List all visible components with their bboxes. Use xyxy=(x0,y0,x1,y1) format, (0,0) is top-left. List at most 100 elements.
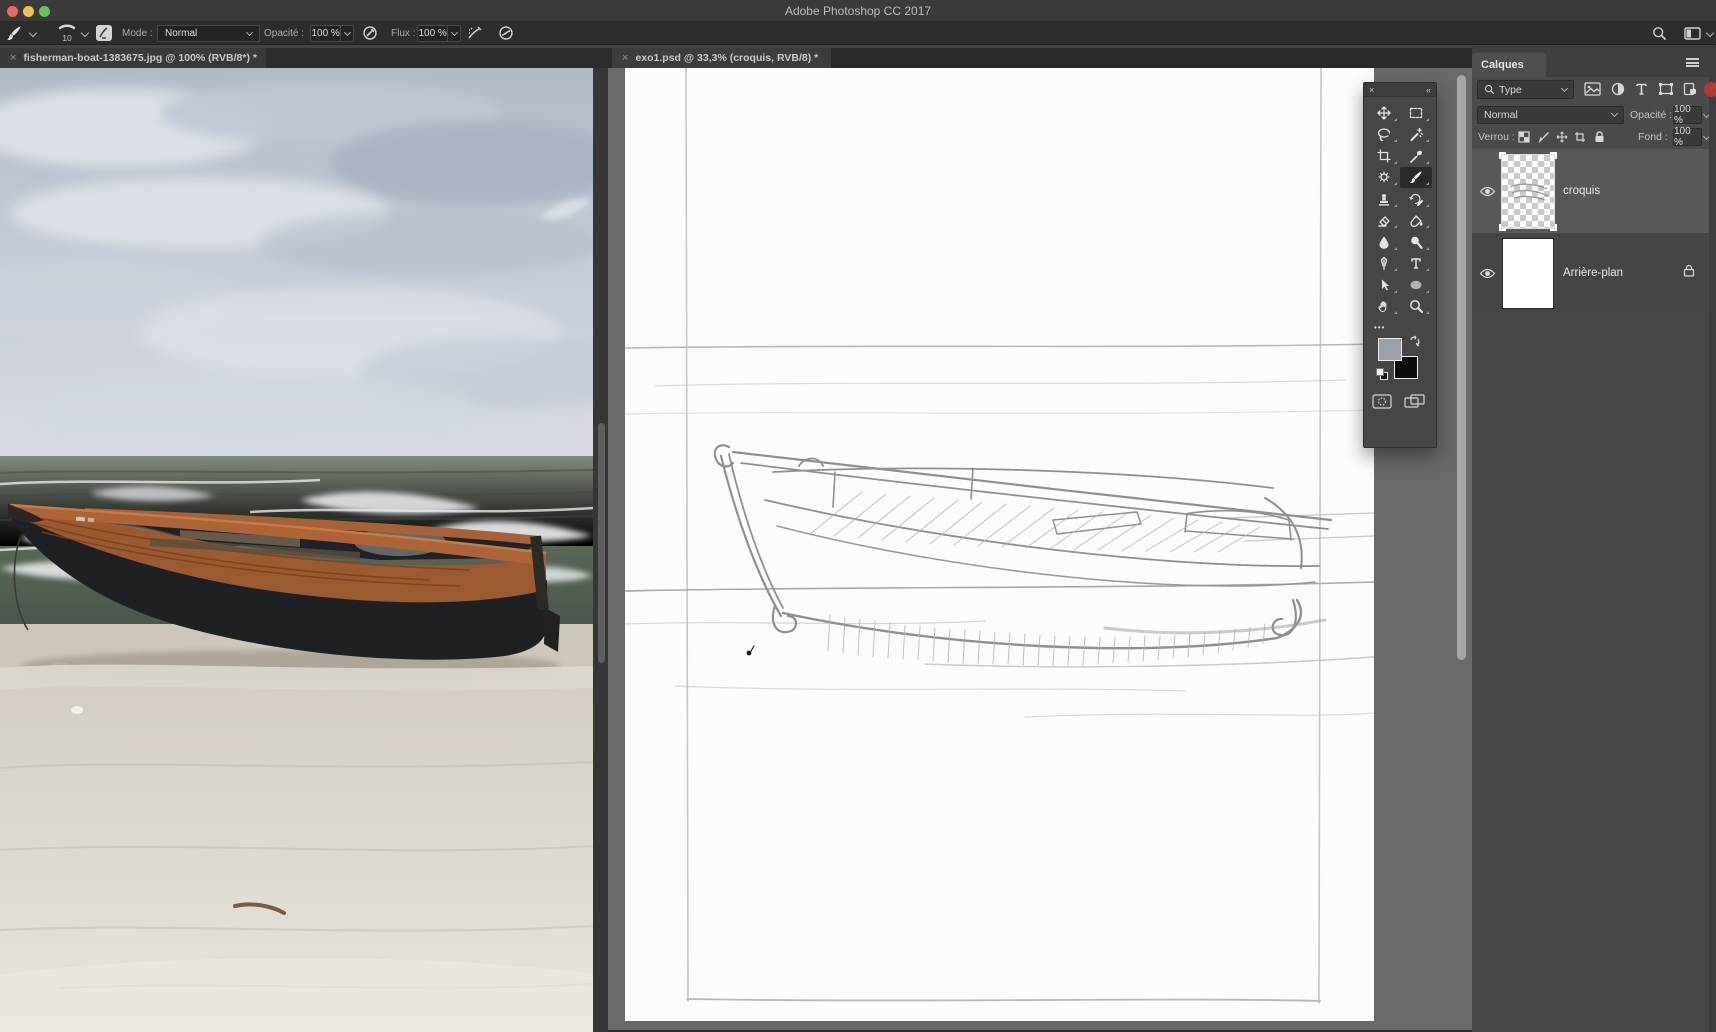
visibility-eye-icon[interactable] xyxy=(1472,268,1502,279)
visibility-eye-icon[interactable] xyxy=(1472,186,1502,197)
layer-row-arriere-plan[interactable]: Arrière-plan xyxy=(1472,233,1709,313)
panel-menu-icon[interactable] xyxy=(1686,58,1699,67)
left-scrollbar-track[interactable] xyxy=(593,68,608,1032)
eraser-tool-icon[interactable] xyxy=(1368,210,1400,232)
ellipse-shape-tool-icon[interactable] xyxy=(1400,274,1432,296)
filter-pixel-layers-icon[interactable] xyxy=(1584,82,1601,101)
chevron-down-icon[interactable] xyxy=(344,28,351,35)
tools-palette: × « ••• xyxy=(1363,82,1437,448)
default-colors-icon[interactable] xyxy=(1376,368,1384,376)
path-selection-tool-icon[interactable] xyxy=(1368,274,1400,296)
blend-mode-select[interactable]: Normal xyxy=(157,25,260,42)
blend-mode-row: Normal Opacité : 100 % xyxy=(1472,103,1709,127)
layer-opacity-label: Opacité : xyxy=(1630,109,1672,121)
right-scrollbar-thumb[interactable] xyxy=(1457,75,1466,660)
tools-palette-header: × « xyxy=(1364,83,1436,97)
hand-tool-icon[interactable] xyxy=(1368,296,1400,318)
paint-bucket-tool-icon[interactable] xyxy=(1400,210,1432,232)
tab-title: exo1.psd @ 33,3% (croquis, RVB/8) * xyxy=(635,52,818,64)
layer-thumbnail-croquis[interactable] xyxy=(1502,155,1554,228)
chevron-down-icon[interactable] xyxy=(451,28,458,35)
blur-tool-icon[interactable] xyxy=(1368,231,1400,253)
swap-colors-icon[interactable] xyxy=(1408,335,1422,354)
layer-blend-mode-value: Normal xyxy=(1484,109,1612,121)
layer-name[interactable]: Arrière-plan xyxy=(1563,267,1623,279)
toggle-brush-panel-button[interactable] xyxy=(96,25,112,41)
flow-field[interactable]: 100 % xyxy=(417,25,461,42)
photo-canvas[interactable] xyxy=(0,68,593,1032)
spot-healing-tool-icon[interactable] xyxy=(1368,167,1400,189)
filter-type-select[interactable]: Type xyxy=(1477,80,1574,99)
filter-type-value: Type xyxy=(1499,84,1562,96)
sketch-canvas-area[interactable] xyxy=(608,68,1472,1030)
collapse-palette-icon[interactable]: « xyxy=(1426,85,1431,95)
tool-grid xyxy=(1364,97,1436,317)
chevron-down-icon xyxy=(246,28,253,35)
chevron-down-icon xyxy=(1561,84,1568,91)
close-palette-icon[interactable]: × xyxy=(1369,85,1374,95)
lock-row: Verrou : Fond : 100 % xyxy=(1472,127,1709,149)
zoom-tool-icon[interactable] xyxy=(1400,296,1432,318)
filter-smart-objects-icon[interactable] xyxy=(1683,82,1697,101)
chevron-down-icon xyxy=(1611,110,1618,117)
screen-mode-button[interactable] xyxy=(1404,394,1426,414)
workspace-icon[interactable] xyxy=(1684,27,1701,43)
filter-shape-layers-icon[interactable] xyxy=(1658,82,1674,101)
workspace-caret[interactable] xyxy=(1706,29,1714,37)
quick-selection-tool-icon[interactable] xyxy=(1400,124,1432,146)
sketch-page[interactable] xyxy=(625,68,1374,1021)
boat-sketch xyxy=(625,68,1374,1021)
brush-tool-icon[interactable] xyxy=(6,25,22,44)
filter-type-layers-icon[interactable] xyxy=(1635,82,1648,101)
fill-label: Fond : xyxy=(1638,131,1668,143)
eyedropper-tool-icon[interactable] xyxy=(1400,145,1432,167)
layer-thumbnail-background[interactable] xyxy=(1502,238,1554,309)
brush-preset-picker[interactable]: 10 xyxy=(54,23,80,43)
layers-panel: Calques Type Normal Opacité : xyxy=(1472,45,1716,1032)
layer-fill-field[interactable]: 100 % xyxy=(1673,128,1702,146)
move-tool-icon[interactable] xyxy=(1368,102,1400,124)
left-scrollbar-thumb[interactable] xyxy=(598,423,605,663)
layer-opacity-field[interactable]: 100 % xyxy=(1673,106,1702,124)
close-tab-icon[interactable]: × xyxy=(622,52,628,64)
foreground-color-swatch[interactable] xyxy=(1378,338,1402,361)
tablet-pressure-opacity-icon[interactable] xyxy=(362,25,378,44)
tool-preset-caret[interactable] xyxy=(29,29,37,37)
tab-exo1[interactable]: × exo1.psd @ 33,3% (croquis, RVB/8) * xyxy=(612,48,831,68)
mode-label: Mode : xyxy=(122,22,153,45)
lock-transparency-icon[interactable] xyxy=(1518,131,1530,146)
filter-adjustment-layers-icon[interactable] xyxy=(1611,82,1625,101)
layer-fill-value: 100 % xyxy=(1674,126,1701,148)
blend-mode-value: Normal xyxy=(165,28,247,39)
lock-all-icon[interactable] xyxy=(1594,131,1605,146)
lasso-tool-icon[interactable] xyxy=(1368,124,1400,146)
edit-toolbar-icon[interactable]: ••• xyxy=(1364,317,1436,332)
search-icon[interactable] xyxy=(1652,26,1667,44)
tab-fisherman-boat[interactable]: × fisherman-boat-1383675.jpg @ 100% (RVB… xyxy=(0,48,266,68)
lock-position-icon[interactable] xyxy=(1556,131,1568,146)
pen-tool-icon[interactable] xyxy=(1368,253,1400,275)
crop-tool-icon[interactable] xyxy=(1368,145,1400,167)
filter-toggle-icon[interactable] xyxy=(1704,82,1716,97)
lock-pixels-icon[interactable] xyxy=(1538,131,1550,146)
lock-artboard-icon[interactable] xyxy=(1574,131,1586,146)
opacity-field[interactable]: 100 % xyxy=(310,25,354,42)
brush-tool-icon-selected[interactable] xyxy=(1400,167,1432,189)
layer-blend-mode-select[interactable]: Normal xyxy=(1477,106,1624,124)
type-tool-icon[interactable] xyxy=(1400,253,1432,275)
rectangular-marquee-tool-icon[interactable] xyxy=(1400,102,1432,124)
layer-name[interactable]: croquis xyxy=(1563,185,1600,197)
smoothing-icon[interactable] xyxy=(498,25,514,44)
layer-row-croquis[interactable]: croquis xyxy=(1472,149,1709,233)
airbrush-icon[interactable] xyxy=(467,25,483,44)
layers-filter-row: Type xyxy=(1472,77,1709,103)
close-tab-icon[interactable]: × xyxy=(10,52,16,64)
clone-stamp-tool-icon[interactable] xyxy=(1368,188,1400,210)
quick-mask-mode-button[interactable] xyxy=(1372,394,1392,414)
right-tabbar: × exo1.psd @ 33,3% (croquis, RVB/8) * xyxy=(608,48,1472,68)
tab-calques[interactable]: Calques xyxy=(1472,53,1546,77)
brush-picker-caret[interactable] xyxy=(81,29,89,37)
history-brush-tool-icon[interactable] xyxy=(1400,188,1432,210)
dodge-tool-icon[interactable] xyxy=(1400,231,1432,253)
layers-panel-empty-area xyxy=(1472,313,1709,1032)
